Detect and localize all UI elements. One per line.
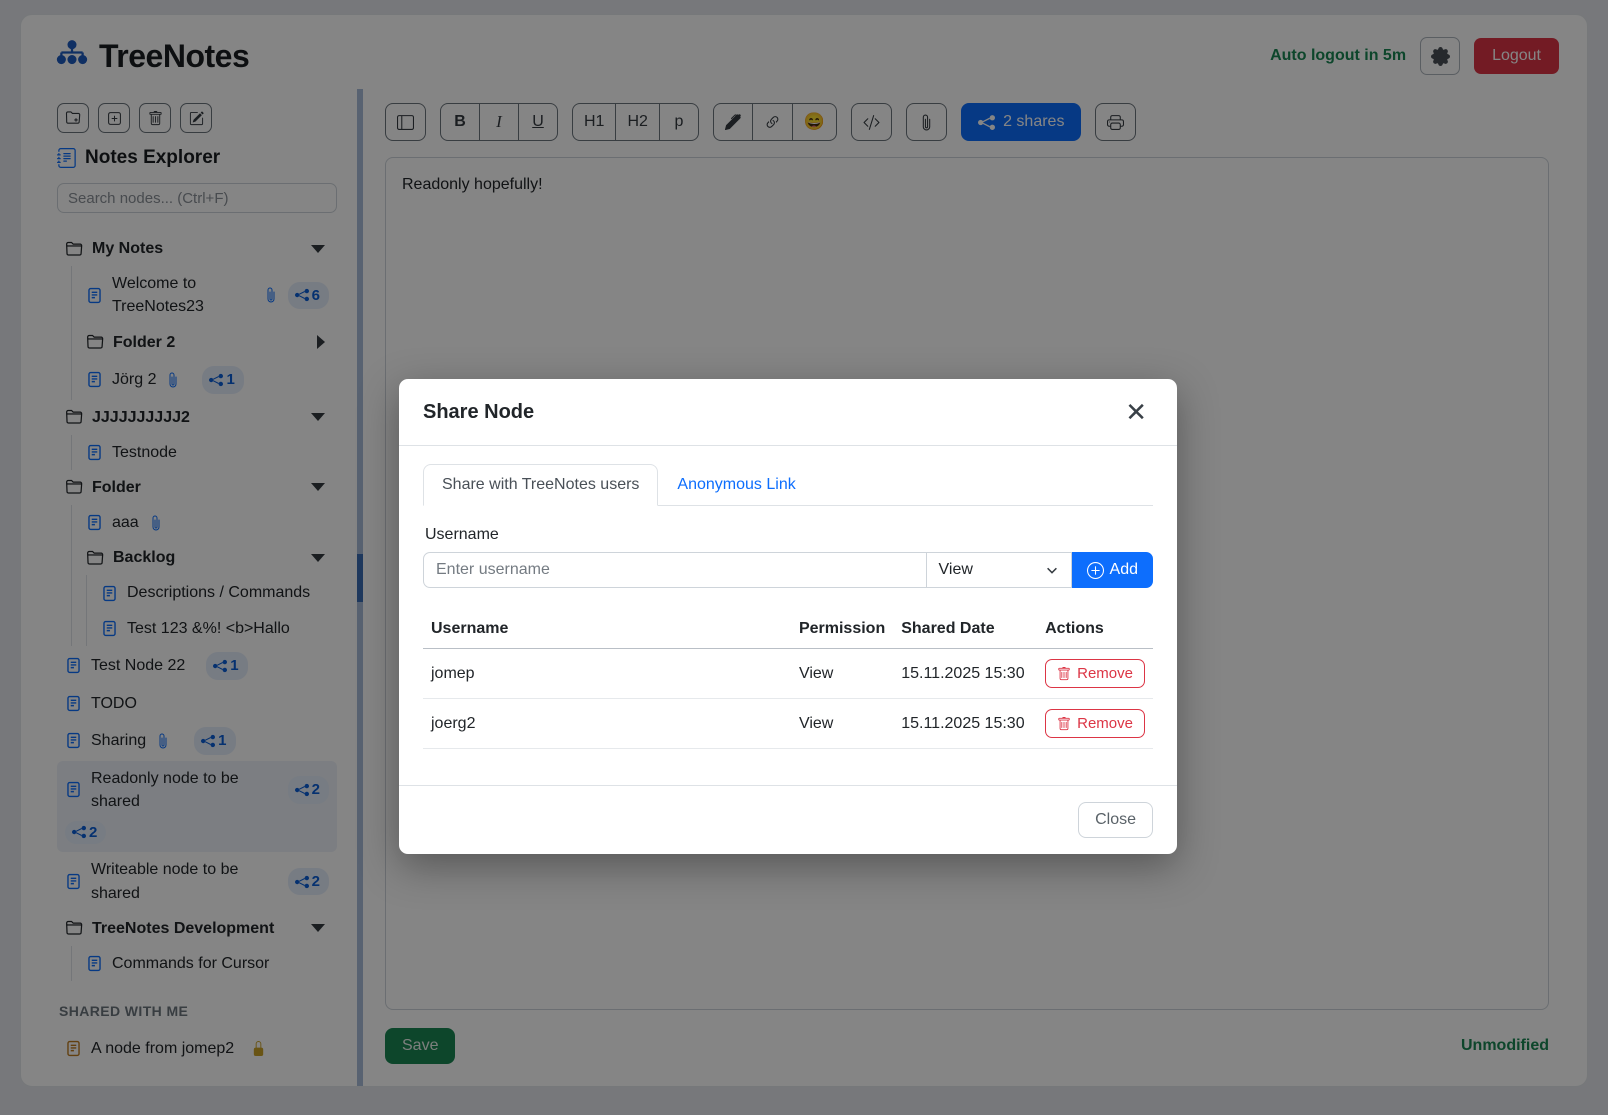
col-username: Username (423, 610, 791, 649)
plus-circle-icon (1087, 562, 1104, 579)
table-header-row: Username Permission Shared Date Actions (423, 610, 1153, 649)
remove-share-button[interactable]: Remove (1045, 659, 1145, 688)
username-label: Username (425, 526, 1153, 544)
cell-permission: View (791, 699, 893, 749)
modal-header: Share Node ✕ (399, 379, 1177, 446)
modal-body: Share with TreeNotes users Anonymous Lin… (399, 446, 1177, 759)
trash-icon (1057, 717, 1071, 731)
col-actions: Actions (1037, 610, 1153, 649)
cell-shared-date: 15.11.2025 15:30 (893, 699, 1037, 749)
add-user-input-group: View Add (423, 552, 1153, 588)
chevron-down-icon (1045, 563, 1059, 577)
modal-footer: Close (399, 785, 1177, 854)
remove-label: Remove (1077, 715, 1133, 732)
col-permission: Permission (791, 610, 893, 649)
remove-label: Remove (1077, 665, 1133, 682)
table-row: joerg2 View 15.11.2025 15:30 Remove (423, 699, 1153, 749)
col-shared-date: Shared Date (893, 610, 1037, 649)
close-button[interactable]: Close (1078, 802, 1153, 838)
shares-table: Username Permission Shared Date Actions … (423, 610, 1153, 749)
permission-value: View (939, 561, 973, 579)
username-input[interactable] (423, 552, 927, 588)
cell-username: jomep (423, 649, 791, 699)
table-row: jomep View 15.11.2025 15:30 Remove (423, 649, 1153, 699)
add-user-button[interactable]: Add (1072, 552, 1153, 588)
close-icon[interactable]: ✕ (1119, 397, 1153, 427)
add-label: Add (1110, 561, 1138, 579)
cell-shared-date: 15.11.2025 15:30 (893, 649, 1037, 699)
permission-select[interactable]: View (927, 552, 1072, 588)
share-node-modal: Share Node ✕ Share with TreeNotes users … (399, 379, 1177, 854)
tab-anonymous-link[interactable]: Anonymous Link (658, 464, 814, 506)
cell-username: joerg2 (423, 699, 791, 749)
tab-share-with-users[interactable]: Share with TreeNotes users (423, 464, 658, 506)
trash-icon (1057, 667, 1071, 681)
modal-title: Share Node (423, 401, 534, 424)
remove-share-button[interactable]: Remove (1045, 709, 1145, 738)
cell-permission: View (791, 649, 893, 699)
modal-tabs: Share with TreeNotes users Anonymous Lin… (423, 464, 1153, 506)
